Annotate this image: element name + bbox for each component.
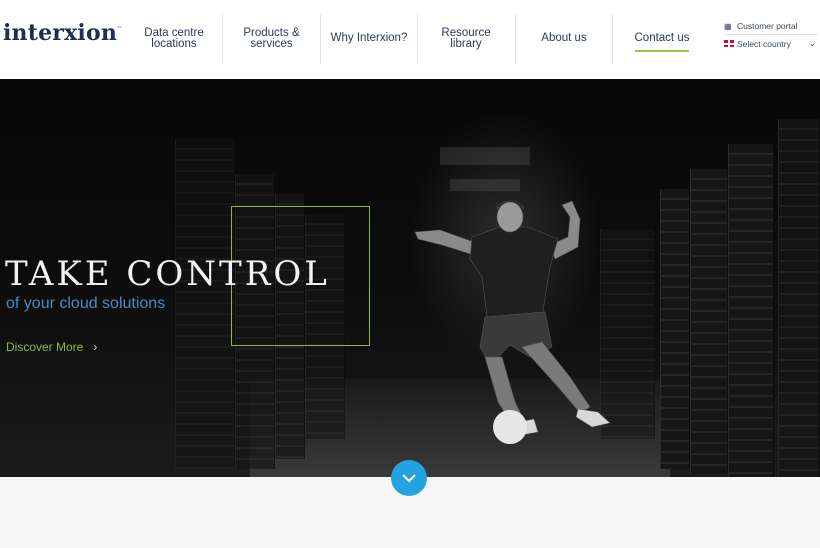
server-rack [690, 169, 728, 474]
logo-text: interxion [3, 20, 118, 46]
ceiling-light [440, 147, 530, 165]
chevron-down-icon [402, 473, 416, 482]
site-header: interxion™ Data centre locations Product… [0, 0, 820, 79]
chevron-right-icon: › [93, 340, 98, 354]
hero-banner: TAKE CONTROL of your cloud solutions Dis… [0, 79, 820, 477]
ceiling-light [450, 179, 520, 191]
nav-data-centre-locations[interactable]: Data centre locations [128, 14, 220, 64]
nav-label: About us [541, 32, 587, 45]
footballer-image [414, 200, 611, 444]
portal-icon: ▦ [724, 21, 732, 31]
discover-more-label: Discover More [6, 340, 84, 354]
customer-portal-label: Customer portal [737, 21, 798, 31]
server-rack [778, 119, 820, 477]
nav-contact-us[interactable]: Contact us [613, 14, 711, 64]
nav-resource-library[interactable]: Resource library [418, 14, 514, 64]
select-country-label: Select country [737, 38, 791, 49]
nav-why-interxion[interactable]: Why Interxion? [321, 14, 417, 64]
trademark-mark: ™ [117, 26, 123, 32]
utility-links: ▦ Customer portal Select country ⌄ [724, 18, 818, 52]
football [493, 410, 527, 444]
nav-label: Resource library [441, 26, 491, 50]
country-selector[interactable]: Select country ⌄ [724, 35, 818, 52]
server-rack [660, 189, 690, 469]
nav-products-services[interactable]: Products & services [224, 14, 319, 64]
nav-divider [222, 14, 223, 64]
chevron-down-icon: ⌄ [808, 38, 816, 48]
nav-label: Data centre locations [144, 26, 204, 50]
nav-label: Why Interxion? [330, 32, 408, 45]
server-rack [175, 139, 235, 469]
nav-label: Contact us [634, 33, 690, 52]
hero-title: TAKE CONTROL [5, 254, 330, 294]
discover-more-link[interactable]: Discover More › [6, 340, 97, 354]
scroll-down-button[interactable] [391, 460, 427, 496]
uk-flag-icon [724, 40, 734, 47]
nav-about-us[interactable]: About us [516, 14, 612, 64]
server-rack [728, 144, 774, 477]
nav-label: Products & services [243, 26, 300, 50]
interxion-logo[interactable]: interxion™ [3, 20, 122, 46]
customer-portal-link[interactable]: ▦ Customer portal [724, 18, 818, 35]
hero-subtitle: of your cloud solutions [6, 295, 166, 312]
